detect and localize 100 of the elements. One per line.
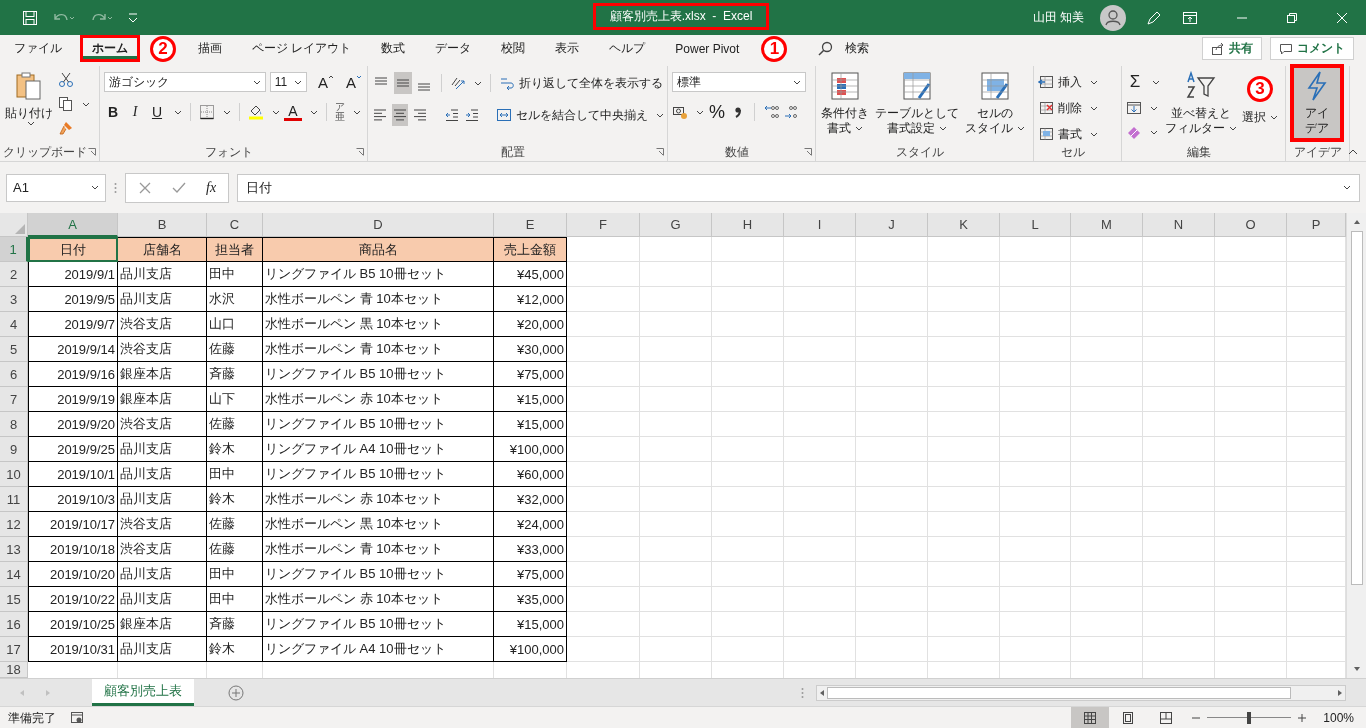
sheet-tab[interactable]: 顧客別売上表 xyxy=(92,679,194,706)
bold-button[interactable]: B xyxy=(104,102,122,122)
column-header[interactable]: J xyxy=(856,213,928,237)
cells-icon[interactable] xyxy=(1038,74,1054,90)
avatar-icon[interactable] xyxy=(1100,4,1126,31)
cells-icon[interactable] xyxy=(1038,126,1054,142)
fill-down-icon[interactable] xyxy=(1126,100,1142,116)
column-header[interactable]: B xyxy=(118,213,207,237)
row-header[interactable]: 11 xyxy=(0,487,28,512)
column-header[interactable]: E xyxy=(494,213,567,237)
fill-color-icon[interactable] xyxy=(248,104,264,120)
customize-icon[interactable] xyxy=(128,11,138,24)
find-select-button[interactable]: 選択 xyxy=(1242,110,1278,125)
style-button[interactable]: 条件付き 書式 xyxy=(820,68,870,138)
zoom-in-icon[interactable] xyxy=(1297,713,1308,723)
cells-icon[interactable] xyxy=(1038,100,1054,116)
autosum-button[interactable]: Σ xyxy=(1126,72,1144,92)
row-header[interactable]: 5 xyxy=(0,337,28,362)
phonetic-button[interactable]: ア 亜 xyxy=(335,102,345,122)
row-header[interactable]: 9 xyxy=(0,437,28,462)
increase-decimal-icon[interactable] xyxy=(763,104,779,120)
ribbon-tab[interactable]: データ xyxy=(423,35,484,62)
grid-icon[interactable] xyxy=(1083,711,1098,725)
caret-icon[interactable] xyxy=(310,109,318,115)
search-icon[interactable] xyxy=(817,40,834,57)
caret-icon[interactable] xyxy=(1090,131,1098,137)
column-header[interactable]: H xyxy=(712,213,784,237)
caret-icon[interactable] xyxy=(939,126,947,131)
cancel-icon[interactable] xyxy=(138,180,152,195)
row-header[interactable]: 1 xyxy=(0,237,28,262)
grow-font-button[interactable]: A xyxy=(317,72,335,92)
row-header[interactable]: 15 xyxy=(0,587,28,612)
merge-center-button[interactable]: セルを結合して中央揃え xyxy=(496,105,664,125)
caret-icon[interactable] xyxy=(1090,105,1098,111)
format-painter-icon[interactable] xyxy=(58,120,74,136)
caret-icon[interactable] xyxy=(1150,129,1158,135)
caret-icon[interactable] xyxy=(223,109,231,115)
eraser-icon[interactable] xyxy=(1126,124,1142,140)
ribbon-tab[interactable]: ページ レイアウト xyxy=(240,35,364,62)
row-header[interactable]: 7 xyxy=(0,387,28,412)
share-icon[interactable] xyxy=(1211,41,1225,56)
ribbon-tab[interactable]: ホーム xyxy=(80,35,140,62)
save-icon[interactable] xyxy=(22,9,38,26)
search-label[interactable]: 検索 xyxy=(845,40,870,57)
row-header[interactable]: 18 xyxy=(0,662,28,678)
style-button[interactable]: テーブルとして 書式設定 xyxy=(874,68,960,138)
column-header[interactable]: C xyxy=(207,213,263,237)
column-header[interactable]: M xyxy=(1071,213,1143,237)
row-header[interactable]: 10 xyxy=(0,462,28,487)
italic-button[interactable]: I xyxy=(126,102,144,122)
column-header[interactable]: N xyxy=(1143,213,1215,237)
cells-button[interactable]: 削除 xyxy=(1038,98,1117,118)
slider-thumb[interactable] xyxy=(1247,712,1252,724)
conditional-format-icon[interactable] xyxy=(829,70,861,102)
row-header[interactable]: 12 xyxy=(0,512,28,537)
page-break-icon[interactable] xyxy=(1159,711,1174,725)
column-header[interactable]: I xyxy=(784,213,856,237)
wrap-icon[interactable] xyxy=(499,75,515,91)
caret-icon[interactable] xyxy=(294,79,302,85)
column-header[interactable]: G xyxy=(640,213,712,237)
caret-icon[interactable] xyxy=(656,112,664,118)
underline-button[interactable]: U xyxy=(148,102,166,122)
ribbon-tab[interactable]: 描画 xyxy=(186,35,234,62)
collapse-ribbon-icon[interactable] xyxy=(1348,149,1358,155)
borders-icon[interactable] xyxy=(199,104,215,120)
caret-icon[interactable] xyxy=(1090,79,1098,85)
ribbon-tab[interactable]: ヘルプ xyxy=(597,35,658,62)
row-header[interactable]: 17 xyxy=(0,637,28,662)
caret-icon[interactable] xyxy=(1150,105,1158,111)
pen-icon[interactable] xyxy=(1146,9,1162,26)
merge-icon[interactable] xyxy=(496,107,512,123)
table-brush-icon[interactable] xyxy=(979,70,1011,102)
decrease-indent-icon[interactable] xyxy=(444,107,460,123)
row-header[interactable]: 8 xyxy=(0,412,28,437)
ribbon-tab[interactable]: ファイル xyxy=(2,35,74,62)
scrollbar-thumb[interactable] xyxy=(827,686,1292,699)
share-button[interactable]: 共有 xyxy=(1202,37,1262,60)
enter-icon[interactable] xyxy=(172,180,186,195)
insert-function-button[interactable]: fx xyxy=(206,179,217,196)
horizontal-scrollbar[interactable] xyxy=(816,684,1346,701)
decrease-decimal-icon[interactable] xyxy=(783,104,799,120)
caret-icon[interactable] xyxy=(174,109,182,115)
shrink-font-button[interactable]: A xyxy=(345,72,363,92)
vertical-scrollbar[interactable] xyxy=(1346,213,1366,678)
dialog-launcher-icon[interactable] xyxy=(656,148,664,156)
caret-icon[interactable] xyxy=(1270,115,1278,120)
caret-icon[interactable] xyxy=(82,101,90,107)
number-format-dropdown[interactable]: 標準 xyxy=(672,72,806,92)
column-header[interactable]: P xyxy=(1287,213,1346,237)
row-header[interactable]: 4 xyxy=(0,312,28,337)
ribbon-tab[interactable]: 表示 xyxy=(543,35,592,62)
column-header[interactable]: F xyxy=(567,213,640,237)
caret-icon[interactable] xyxy=(272,109,280,115)
page-icon[interactable] xyxy=(1121,711,1136,725)
ribbon-tab[interactable]: 校閲 xyxy=(489,35,538,62)
close-icon[interactable] xyxy=(1336,11,1348,24)
font-name-dropdown[interactable]: 游ゴシック xyxy=(104,72,266,92)
row-header[interactable]: 14 xyxy=(0,562,28,587)
dialog-launcher-icon[interactable] xyxy=(88,148,96,156)
caret-icon[interactable] xyxy=(91,185,99,190)
